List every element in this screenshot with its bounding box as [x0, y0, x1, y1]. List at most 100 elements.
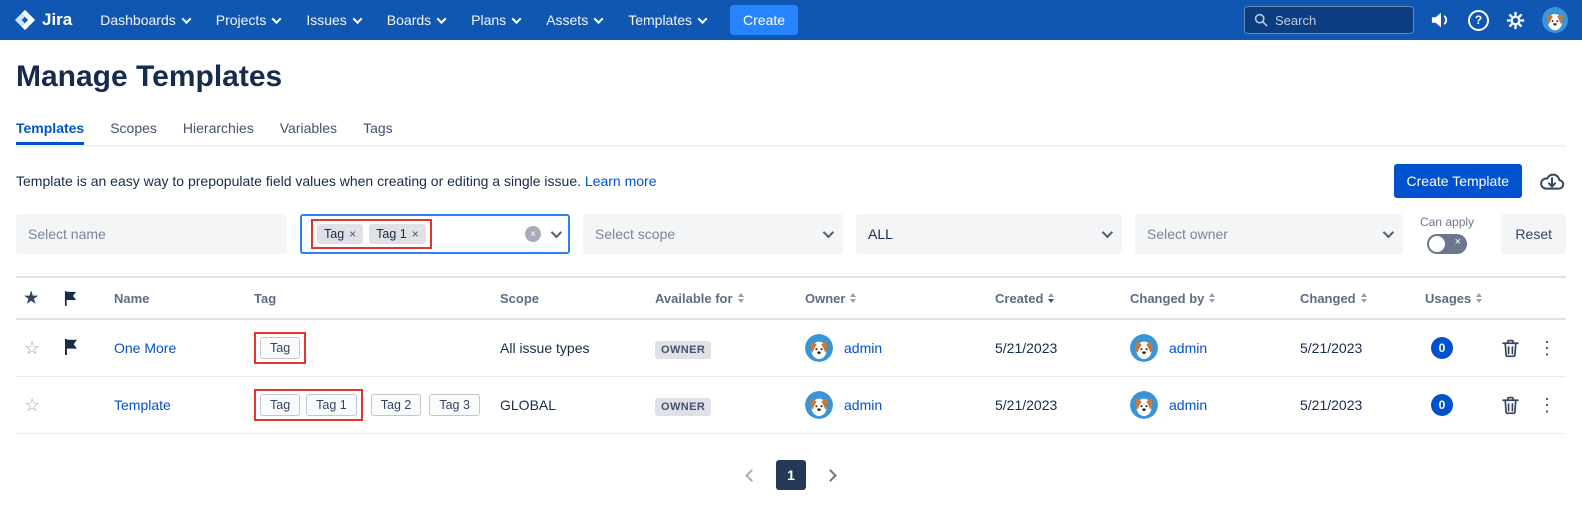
header-name[interactable]: Name — [100, 291, 240, 306]
more-actions-icon[interactable]: ⋮ — [1538, 396, 1556, 414]
toggle-off-icon: × — [1455, 236, 1461, 248]
available-for-badge: OWNER — [655, 398, 711, 416]
header-available-for[interactable]: Available for — [641, 291, 791, 306]
page-description: Template is an easy way to prepopulate f… — [16, 173, 656, 189]
header-created[interactable]: Created — [981, 291, 1116, 306]
tab-variables[interactable]: Variables — [280, 120, 337, 145]
favorite-star-icon[interactable]: ☆ — [24, 395, 40, 415]
can-apply-toggle[interactable]: × — [1427, 234, 1467, 254]
nav-assets[interactable]: Assets — [546, 12, 602, 28]
row-actions: ⋮ — [1496, 339, 1566, 358]
tab-hierarchies[interactable]: Hierarchies — [183, 120, 254, 145]
next-page-icon[interactable] — [824, 469, 837, 482]
page-title: Manage Templates — [16, 60, 1566, 94]
header-changed-by[interactable]: Changed by — [1116, 291, 1286, 306]
changed-by-cell: admin — [1116, 334, 1286, 362]
scope-filter-placeholder: Select scope — [595, 226, 675, 242]
usages-badge: 0 — [1431, 394, 1453, 416]
nav-boards[interactable]: Boards — [387, 12, 445, 28]
more-actions-icon[interactable]: ⋮ — [1538, 339, 1556, 357]
owner-link[interactable]: admin — [844, 340, 882, 356]
sort-icon — [850, 293, 856, 303]
star-column-icon: ★ — [24, 288, 38, 308]
can-apply-label: Can apply — [1420, 215, 1474, 229]
name-filter-select[interactable]: Select name — [16, 214, 287, 254]
nav-projects[interactable]: Projects — [216, 12, 281, 28]
navbar-right: ? — [1244, 6, 1568, 34]
template-name-link[interactable]: Template — [114, 397, 171, 413]
description-actions: Create Template — [1394, 164, 1566, 198]
nav-templates[interactable]: Templates — [628, 12, 706, 28]
owner-link[interactable]: admin — [844, 397, 882, 413]
header-usages[interactable]: Usages — [1411, 291, 1496, 306]
pagination: 1 — [16, 460, 1566, 490]
available-for-badge: OWNER — [655, 341, 711, 359]
remove-chip-icon[interactable]: × — [349, 228, 356, 240]
delete-icon[interactable] — [1502, 396, 1519, 415]
reset-filters-button[interactable]: Reset — [1501, 214, 1566, 254]
created-date: 5/21/2023 — [981, 397, 1116, 413]
learn-more-link[interactable]: Learn more — [585, 173, 657, 189]
template-name-link[interactable]: One More — [114, 340, 176, 356]
jira-logo — [14, 9, 36, 31]
usages-badge: 0 — [1431, 337, 1453, 359]
annotation-box: Tag × Tag 1 × — [311, 219, 432, 249]
tab-templates[interactable]: Templates — [16, 120, 84, 145]
flag-column-icon — [64, 291, 77, 306]
tag-chip: Tag 1 — [306, 394, 357, 416]
owner-filter-select[interactable]: Select owner — [1135, 214, 1403, 254]
tag-chip-label: Tag 1 — [376, 227, 407, 241]
owner-filter-placeholder: Select owner — [1147, 226, 1228, 242]
brand-label: Jira — [42, 10, 72, 30]
changed-by-link[interactable]: admin — [1169, 397, 1207, 413]
global-search[interactable] — [1244, 6, 1414, 34]
annotation-box: Tag Tag 1 — [254, 389, 363, 421]
scope-filter-select[interactable]: Select scope — [583, 214, 843, 254]
tag-filter-select[interactable]: Tag × Tag 1 × × — [300, 214, 570, 254]
main-content: Manage Templates Templates Scopes Hierar… — [0, 60, 1582, 490]
header-changed[interactable]: Changed — [1286, 291, 1411, 306]
header-tag: Tag — [240, 291, 486, 306]
tab-tags[interactable]: Tags — [363, 120, 393, 145]
nav-plans[interactable]: Plans — [471, 12, 520, 28]
annotation-box: Tag — [254, 332, 306, 364]
can-apply-filter: Can apply × — [1420, 215, 1474, 254]
create-template-button[interactable]: Create Template — [1394, 164, 1522, 198]
header-owner[interactable]: Owner — [791, 291, 981, 306]
jira-home-link[interactable]: Jira — [14, 9, 72, 31]
filter-bar: Select name Tag × Tag 1 × × Select scope — [16, 214, 1566, 254]
nav-dashboards[interactable]: Dashboards — [100, 12, 190, 28]
tag-filter-chip: Tag 1 × — [369, 224, 426, 244]
changed-by-avatar — [1130, 334, 1158, 362]
chevron-down-icon — [551, 227, 562, 238]
remove-chip-icon[interactable]: × — [412, 228, 419, 240]
nav-issues[interactable]: Issues — [306, 12, 360, 28]
delete-icon[interactable] — [1502, 339, 1519, 358]
search-icon — [1254, 13, 1268, 27]
clear-filter-icon[interactable]: × — [525, 226, 541, 242]
name-filter-placeholder: Select name — [28, 226, 106, 242]
gear-icon[interactable] — [1505, 10, 1526, 31]
help-icon[interactable]: ? — [1468, 10, 1489, 31]
table-row: ☆ Template Tag Tag 1 Tag 2 Tag 3 GLOBAL … — [16, 377, 1566, 434]
available-for-filter-select[interactable]: ALL — [856, 214, 1122, 254]
changed-by-cell: admin — [1116, 391, 1286, 419]
current-page-button[interactable]: 1 — [776, 460, 806, 490]
favorite-star-icon[interactable]: ☆ — [24, 338, 40, 358]
table-header-row: ★ Name Tag Scope Available for Owner Cre… — [16, 276, 1566, 320]
previous-page-icon[interactable] — [745, 469, 758, 482]
search-input[interactable] — [1275, 13, 1395, 28]
user-avatar[interactable] — [1542, 7, 1568, 33]
tag-chip-label: Tag — [324, 227, 344, 241]
sort-icon — [738, 293, 744, 303]
tab-scopes[interactable]: Scopes — [110, 120, 157, 145]
toggle-knob — [1429, 236, 1445, 252]
tag-chip: Tag — [260, 394, 300, 416]
changed-by-link[interactable]: admin — [1169, 340, 1207, 356]
cloud-download-icon[interactable] — [1538, 168, 1566, 194]
sort-icon — [1476, 293, 1482, 303]
flag-icon — [64, 339, 78, 355]
announcements-icon[interactable] — [1430, 10, 1452, 30]
create-button[interactable]: Create — [730, 5, 798, 35]
chevron-down-icon — [352, 14, 362, 24]
